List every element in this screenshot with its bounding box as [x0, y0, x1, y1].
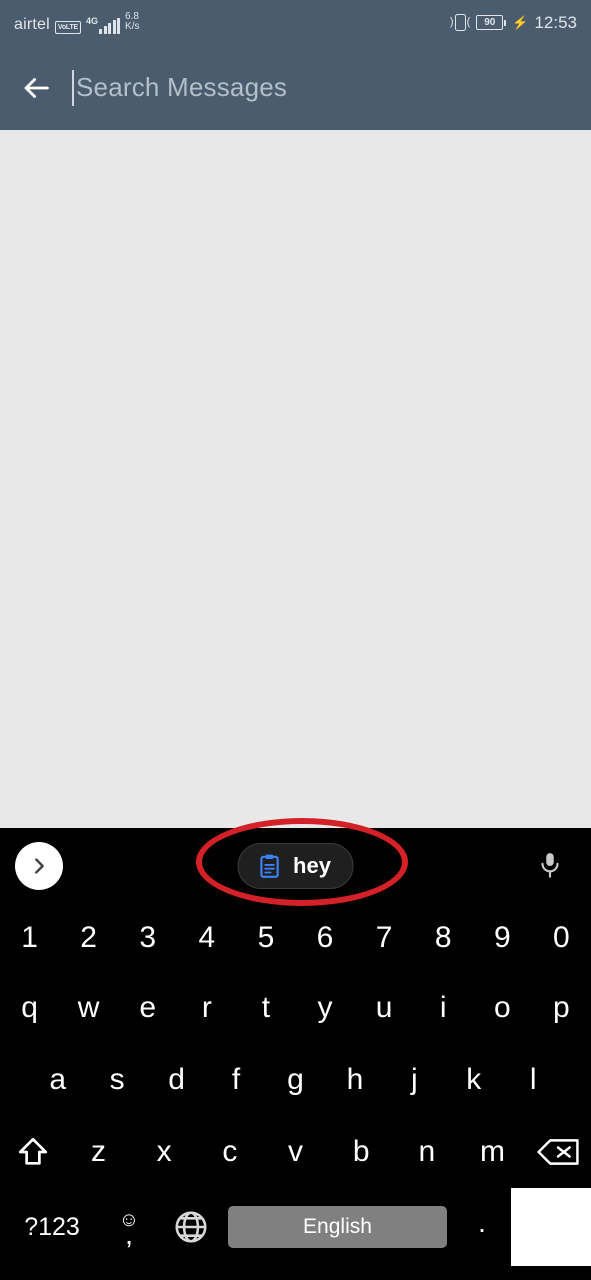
key-5[interactable]: 5 [236, 904, 295, 972]
chevron-right-icon [35, 858, 44, 874]
space-key[interactable]: English [228, 1206, 447, 1248]
key-l[interactable]: l [504, 1044, 563, 1116]
key-0[interactable]: 0 [532, 904, 591, 972]
network-generation-label: 4G [86, 15, 99, 26]
key-p[interactable]: p [532, 972, 591, 1044]
data-speed-value: 6.8 [125, 10, 139, 22]
status-bar: airtel VoLTE 4G 6.8 K/s ) ( 90 ⚡ 12:53 [0, 0, 591, 45]
search-app-bar: Search Messages [0, 45, 591, 130]
key-j[interactable]: j [385, 1044, 444, 1116]
key-d[interactable]: d [147, 1044, 206, 1116]
key-z[interactable]: z [66, 1116, 132, 1188]
emoji-comma-key[interactable]: ☺ , [98, 1210, 160, 1249]
search-input[interactable]: Search Messages [72, 45, 591, 130]
keyboard-row-bottom: z x c v b n m [0, 1116, 591, 1188]
battery-level-label: 90 [484, 16, 496, 28]
shift-key[interactable] [0, 1116, 66, 1188]
enter-key[interactable] [511, 1188, 591, 1266]
key-o[interactable]: o [473, 972, 532, 1044]
key-a[interactable]: a [28, 1044, 87, 1116]
shift-icon [18, 1137, 47, 1165]
keyboard-row-home: a s d f g h j k l [0, 1044, 591, 1116]
key-8[interactable]: 8 [414, 904, 473, 972]
data-speed-unit: K/s [125, 21, 140, 32]
key-n[interactable]: n [394, 1116, 460, 1188]
on-screen-keyboard: hey 1 2 3 4 5 6 7 8 9 0 q w e r t y u i … [0, 828, 591, 1280]
signal-bars-icon: 4G [86, 15, 121, 34]
voice-input-button[interactable] [527, 843, 573, 889]
period-key[interactable]: . [453, 1207, 511, 1247]
key-e[interactable]: e [118, 972, 177, 1044]
keyboard-row-function: ?123 ☺ , English . [0, 1188, 591, 1266]
key-k[interactable]: k [444, 1044, 503, 1116]
key-i[interactable]: i [414, 972, 473, 1044]
search-placeholder-label: Search Messages [76, 72, 288, 102]
key-h[interactable]: h [325, 1044, 384, 1116]
key-v[interactable]: v [263, 1116, 329, 1188]
key-w[interactable]: w [59, 972, 118, 1044]
key-g[interactable]: g [266, 1044, 325, 1116]
back-button[interactable] [0, 45, 72, 130]
suggestion-bar: hey [0, 828, 591, 904]
key-f[interactable]: f [206, 1044, 265, 1116]
key-t[interactable]: t [236, 972, 295, 1044]
battery-indicator: 90 [476, 15, 507, 30]
keyboard-row-numbers: 1 2 3 4 5 6 7 8 9 0 [0, 904, 591, 972]
expand-toolbar-button[interactable] [15, 842, 63, 890]
vibrate-icon: ) ( [450, 14, 470, 31]
text-cursor [72, 69, 74, 106]
status-bar-left: airtel VoLTE 4G 6.8 K/s [14, 10, 140, 34]
key-u[interactable]: u [355, 972, 414, 1044]
status-bar-right: ) ( 90 ⚡ 12:53 [450, 14, 577, 31]
clock-label: 12:53 [534, 13, 577, 32]
key-m[interactable]: m [460, 1116, 526, 1188]
charging-bolt-icon: ⚡ [512, 15, 529, 30]
backspace-icon [537, 1139, 579, 1165]
phone-screen: airtel VoLTE 4G 6.8 K/s ) ( 90 ⚡ 12:53 S… [0, 0, 591, 1280]
clipboard-suggestion-chip[interactable]: hey [237, 843, 354, 889]
globe-language-icon [175, 1211, 207, 1243]
back-arrow-icon [24, 77, 49, 98]
key-7[interactable]: 7 [355, 904, 414, 972]
keyboard-row-top: q w e r t y u i o p [0, 972, 591, 1044]
backspace-key[interactable] [525, 1116, 591, 1188]
key-r[interactable]: r [177, 972, 236, 1044]
key-q[interactable]: q [0, 972, 59, 1044]
key-c[interactable]: c [197, 1116, 263, 1188]
key-b[interactable]: b [328, 1116, 394, 1188]
volte-badge: VoLTE [54, 20, 82, 34]
key-2[interactable]: 2 [59, 904, 118, 972]
microphone-icon [541, 853, 559, 878]
symbols-key[interactable]: ?123 [6, 1213, 98, 1242]
key-9[interactable]: 9 [473, 904, 532, 972]
search-results-area [0, 130, 591, 828]
key-1[interactable]: 1 [0, 904, 59, 972]
language-switch-key[interactable] [160, 1209, 222, 1245]
signal-strength-bars [99, 17, 121, 34]
key-3[interactable]: 3 [118, 904, 177, 972]
key-4[interactable]: 4 [177, 904, 236, 972]
data-speed-indicator: 6.8 K/s [125, 10, 140, 33]
key-y[interactable]: y [295, 972, 354, 1044]
key-6[interactable]: 6 [295, 904, 354, 972]
clipboard-suggestion-text: hey [293, 853, 331, 878]
key-x[interactable]: x [131, 1116, 197, 1188]
comma-label: , [126, 1227, 132, 1249]
clipboard-icon [259, 854, 279, 878]
carrier-label: airtel [14, 15, 50, 33]
key-s[interactable]: s [87, 1044, 146, 1116]
